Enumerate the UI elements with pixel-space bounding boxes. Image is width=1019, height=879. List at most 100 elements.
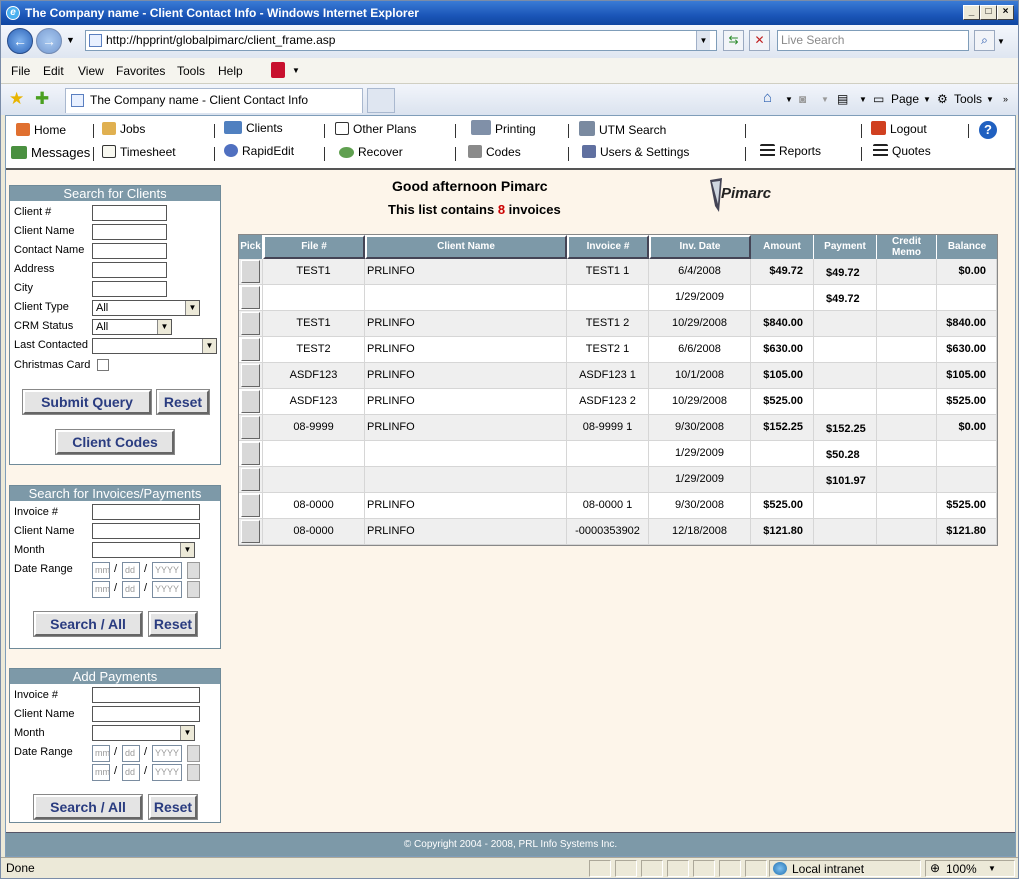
payment-start-month-input[interactable]: mm bbox=[92, 745, 110, 762]
print-icon[interactable]: ▤ bbox=[837, 92, 848, 106]
pick-button[interactable] bbox=[241, 364, 260, 387]
home-icon[interactable]: ⌂ bbox=[763, 89, 772, 106]
pdf-icon[interactable] bbox=[271, 62, 285, 78]
pick-button[interactable] bbox=[241, 494, 260, 517]
pick-button[interactable] bbox=[241, 338, 260, 361]
close-button[interactable]: × bbox=[997, 5, 1014, 20]
new-tab-button[interactable] bbox=[367, 88, 395, 113]
pick-button[interactable] bbox=[241, 312, 260, 335]
menu-view[interactable]: View bbox=[78, 64, 104, 78]
start-month-input[interactable]: mm bbox=[92, 562, 110, 579]
payment-end-day-input[interactable]: dd bbox=[122, 764, 140, 781]
pdf-dropdown-icon[interactable]: ▼ bbox=[292, 66, 300, 75]
nav-rapidedit[interactable]: RapidEdit bbox=[224, 144, 294, 158]
reset-invoices-button[interactable]: Reset bbox=[148, 611, 198, 637]
pick-button[interactable] bbox=[241, 442, 260, 465]
back-button[interactable]: ← bbox=[7, 28, 33, 54]
nav-quotes[interactable]: Quotes bbox=[873, 144, 931, 158]
header-inv-date[interactable]: Inv. Date bbox=[649, 235, 751, 259]
start-year-input[interactable]: YYYY bbox=[152, 562, 182, 579]
help-icon[interactable]: ? bbox=[979, 121, 997, 139]
reset-payments-button[interactable]: Reset bbox=[148, 794, 198, 820]
home-dropdown-icon[interactable]: ▼ bbox=[785, 95, 793, 104]
nav-users-settings[interactable]: Users & Settings bbox=[582, 145, 689, 159]
feeds-dropdown-icon[interactable]: ▼ bbox=[821, 95, 829, 104]
last-contacted-select[interactable]: ▼ bbox=[92, 338, 217, 354]
live-search-input[interactable]: Live Search bbox=[777, 30, 969, 51]
search-payments-button[interactable]: Search / All bbox=[33, 794, 143, 820]
nav-recover[interactable]: Recover bbox=[339, 145, 403, 159]
invoice-number-input[interactable] bbox=[92, 504, 200, 520]
nav-home[interactable]: Home bbox=[16, 123, 66, 137]
contact-name-input[interactable] bbox=[92, 243, 167, 259]
invoice-client-name-input[interactable] bbox=[92, 523, 200, 539]
pick-button[interactable] bbox=[241, 468, 260, 491]
print-dropdown-icon[interactable]: ▼ bbox=[859, 95, 867, 104]
payment-client-name-input[interactable] bbox=[92, 706, 200, 722]
start-day-input[interactable]: dd bbox=[122, 562, 140, 579]
payment-end-month-input[interactable]: mm bbox=[92, 764, 110, 781]
client-type-select[interactable]: All ▼ bbox=[92, 300, 200, 316]
page-dropdown-icon[interactable]: ▼ bbox=[923, 95, 931, 104]
month-select[interactable]: ▼ bbox=[92, 542, 195, 558]
nav-other-plans[interactable]: Other Plans bbox=[335, 122, 416, 136]
zone-indicator[interactable]: Local intranet bbox=[769, 860, 921, 877]
reset-clients-button[interactable]: Reset bbox=[156, 389, 210, 415]
nav-jobs[interactable]: Jobs bbox=[102, 122, 145, 136]
page-menu[interactable]: Page bbox=[891, 92, 919, 106]
nav-reports[interactable]: Reports bbox=[760, 144, 821, 158]
payment-start-calendar-button[interactable] bbox=[187, 745, 200, 762]
search-options-icon[interactable]: ▼ bbox=[997, 37, 1005, 46]
start-calendar-button[interactable] bbox=[187, 562, 200, 579]
christmas-card-checkbox[interactable] bbox=[97, 359, 109, 371]
crm-status-select[interactable]: All ▼ bbox=[92, 319, 172, 335]
search-invoices-button[interactable]: Search / All bbox=[33, 611, 143, 637]
gear-icon[interactable]: ⚙ bbox=[937, 92, 948, 106]
nav-messages[interactable]: Messages bbox=[11, 145, 90, 160]
tab-current[interactable]: The Company name - Client Contact Info bbox=[65, 88, 363, 113]
payment-end-year-input[interactable]: YYYY bbox=[152, 764, 182, 781]
payment-start-year-input[interactable]: YYYY bbox=[152, 745, 182, 762]
client-codes-button[interactable]: Client Codes bbox=[55, 429, 175, 455]
menu-edit[interactable]: Edit bbox=[43, 64, 64, 78]
city-input[interactable] bbox=[92, 281, 167, 297]
nav-codes[interactable]: Codes bbox=[468, 145, 521, 159]
nav-utm-search[interactable]: UTM Search bbox=[579, 121, 666, 137]
nav-logout[interactable]: Logout bbox=[871, 121, 927, 136]
header-invoice-number[interactable]: Invoice # bbox=[567, 235, 649, 259]
client-name-input[interactable] bbox=[92, 224, 167, 240]
end-day-input[interactable]: dd bbox=[122, 581, 140, 598]
overflow-chevron-icon[interactable]: » bbox=[1003, 94, 1008, 104]
nav-clients[interactable]: Clients bbox=[224, 121, 283, 135]
favorites-star-icon[interactable]: ★ bbox=[9, 89, 24, 109]
payment-start-day-input[interactable]: dd bbox=[122, 745, 140, 762]
add-favorites-icon[interactable]: ✚ bbox=[35, 89, 49, 109]
end-calendar-button[interactable] bbox=[187, 581, 200, 598]
header-client-name[interactable]: Client Name bbox=[365, 235, 567, 259]
stop-icon[interactable]: ✕ bbox=[749, 30, 770, 51]
menu-file[interactable]: File bbox=[11, 64, 30, 78]
history-dropdown-icon[interactable]: ▼ bbox=[66, 35, 75, 45]
submit-query-button[interactable]: Submit Query bbox=[22, 389, 152, 415]
menu-tools[interactable]: Tools bbox=[177, 64, 205, 78]
zoom-control[interactable]: ⊕ 100% ▼ bbox=[925, 860, 1015, 877]
end-year-input[interactable]: YYYY bbox=[152, 581, 182, 598]
client-number-input[interactable] bbox=[92, 205, 167, 221]
pick-button[interactable] bbox=[241, 416, 260, 439]
pick-button[interactable] bbox=[241, 390, 260, 413]
search-icon[interactable]: ⌕ bbox=[974, 30, 995, 51]
page-menu-icon[interactable]: ▭ bbox=[873, 92, 884, 106]
address-dropdown-icon[interactable]: ▼ bbox=[696, 31, 710, 50]
menu-help[interactable]: Help bbox=[218, 64, 243, 78]
pick-button[interactable] bbox=[241, 520, 260, 543]
forward-button[interactable]: → bbox=[36, 28, 62, 54]
menu-favorites[interactable]: Favorites bbox=[116, 64, 165, 78]
tools-dropdown-icon[interactable]: ▼ bbox=[986, 95, 994, 104]
pick-button[interactable] bbox=[241, 260, 260, 283]
end-month-input[interactable]: mm bbox=[92, 581, 110, 598]
feeds-icon[interactable]: ◙ bbox=[799, 92, 806, 106]
refresh-icon[interactable]: ⇆ bbox=[723, 30, 744, 51]
payment-invoice-input[interactable] bbox=[92, 687, 200, 703]
maximize-button[interactable]: □ bbox=[980, 5, 997, 20]
payment-month-select[interactable]: ▼ bbox=[92, 725, 195, 741]
